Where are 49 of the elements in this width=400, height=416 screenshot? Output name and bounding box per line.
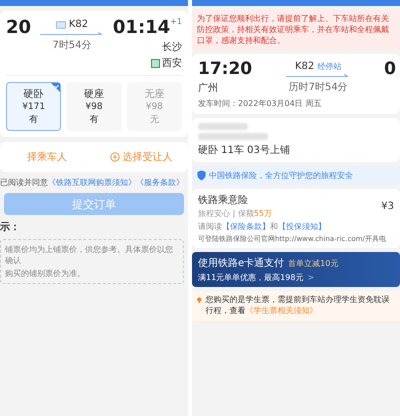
coverage-amount: 55万 (254, 209, 272, 218)
blurred-id (198, 133, 268, 140)
insurance-price: ¥3 (381, 200, 394, 212)
insurance-slogan: 中国铁路保险，全方位守护您的旅程安全 (209, 170, 353, 182)
plus-circle-icon (110, 152, 120, 162)
arrival-station: 长沙 (162, 40, 182, 54)
seat-option[interactable]: 硬座 ¥98 有 (66, 82, 122, 131)
insurance-name: 铁路乘意险 (198, 194, 249, 208)
chevron-icon: > (307, 273, 314, 282)
departure-time: 20 (6, 17, 32, 38)
insurance-terms-link[interactable]: 【保险条款】 (222, 222, 270, 232)
agreement-link[interactable]: 《铁路互联网购票须知》 (48, 178, 136, 187)
ecard-subtitle: 满11元单单优惠，最高198元 (198, 272, 304, 284)
shield-icon (197, 170, 206, 182)
origin-station: 西安 (162, 56, 182, 70)
lightbulb-icon (196, 295, 202, 306)
ticket-icon (56, 20, 66, 28)
agreement-link[interactable]: 《服务条款》 (136, 178, 184, 187)
stops-link[interactable]: 经停站 (317, 61, 342, 72)
select-passenger-button[interactable]: 选择受让人 (94, 142, 188, 172)
train-number: K82 (294, 61, 314, 72)
duration: 历时7时54分 (288, 80, 348, 94)
station-icon (151, 58, 160, 68)
seat-option[interactable]: 硬卧 ¥171 有 (6, 82, 62, 131)
duration: 7时54分 (52, 38, 92, 52)
departure-date: 发车时间：2022年03月04日 周五 (198, 98, 322, 110)
day-offset: +1 (170, 17, 182, 26)
tips-text: 铺票价均为上铺票价，供您参考。具体票价以您确认 (5, 244, 174, 266)
check-icon (51, 83, 60, 92)
train-number: K82 (68, 19, 88, 30)
insurance-notice-link[interactable]: 【投保须知】 (278, 222, 326, 232)
arrival-time: 0 (384, 59, 396, 80)
tips-text: 购买的铺别票价为准。 (5, 268, 86, 279)
select-passenger-button[interactable]: 择乘车人 (0, 142, 94, 172)
seat-info: 硬卧 11车 03号上铺 (198, 144, 291, 158)
ecard-title: 使用铁路e卡通支付 (198, 256, 284, 270)
departure-time: 17:20 (198, 59, 252, 80)
tips-title: 示： (0, 221, 21, 234)
student-notice-link[interactable]: 《学生票相关须知》 (245, 306, 318, 316)
notice-text: 为了保证您顺利出行，请提前了解上、下车站所在有关防控政策，持相关有效证明乘车，并在车站和全程佩戴口罩，感谢支持和配合。 (192, 10, 400, 50)
agreement-text: 已阅读并同意《铁路互联网购票须知》《服务条款》 (0, 177, 185, 188)
arrival-time: 01:14 (112, 17, 170, 38)
departure-station: 广州 (198, 82, 219, 96)
insurance-terms-text: 请阅读【保险条款】和【投保须知】 (198, 221, 327, 232)
blurred-name (198, 123, 248, 130)
discount-text: 首单立减10元 (288, 258, 338, 269)
insurance-desc: 旅程安心 | 保额 (198, 209, 254, 218)
ecard-banner[interactable]: 使用铁路e卡通支付 首单立减10元 满11元单单优惠，最高198元 > (192, 252, 400, 288)
student-notice-text: 您购买的是学生票，需提前到车站办理学生资免耽误行程，查看《学生票相关须知》 (205, 295, 390, 317)
